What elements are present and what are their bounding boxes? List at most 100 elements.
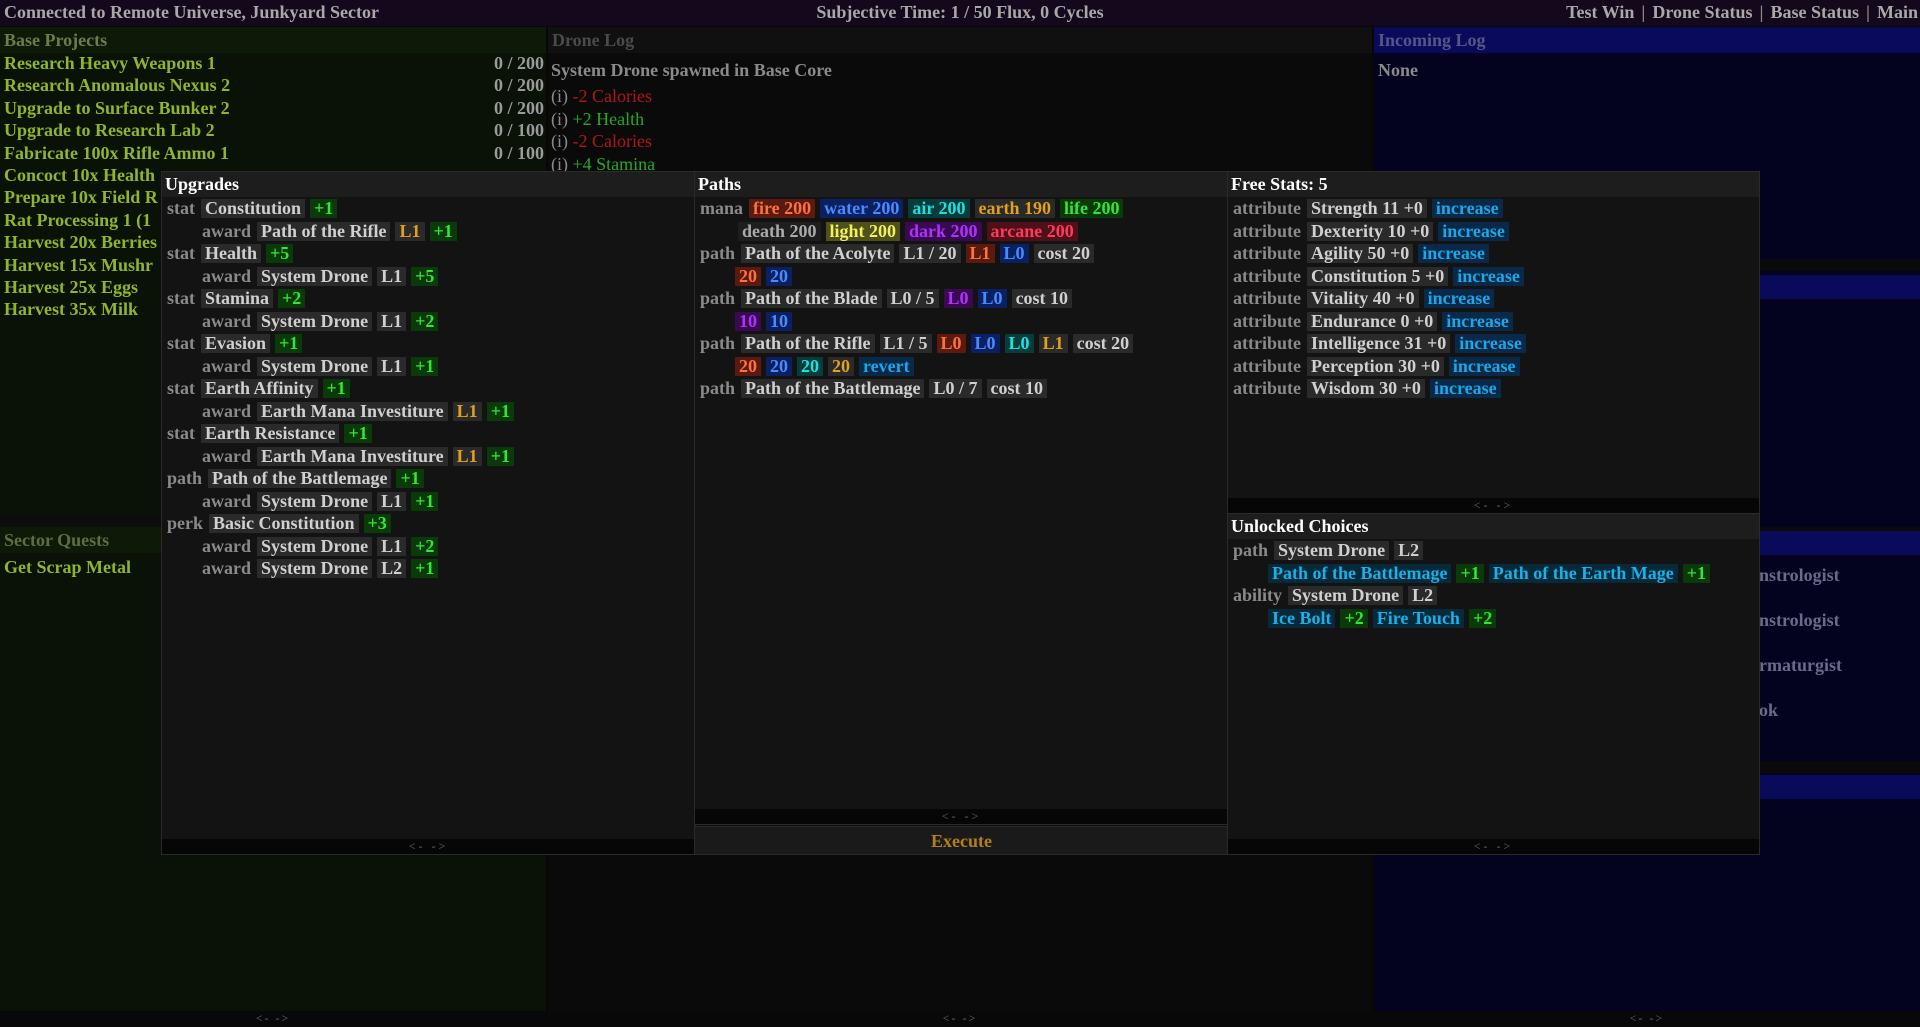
entry-tag: 20 <box>735 266 761 286</box>
entry-tag: L1 <box>965 244 995 263</box>
incoming-item[interactable]: nstrologist <box>1759 610 1840 631</box>
execute-button[interactable]: Execute <box>694 826 1229 855</box>
entry-tag: Path of the Battlemage <box>741 379 925 398</box>
entry-tag: L0 / 5 <box>886 289 939 308</box>
entry-row: Path of the Battlemage +1 Path of the Eart… <box>1228 562 1759 585</box>
unlocked-choices-pager[interactable]: <- -> <box>1228 839 1759 854</box>
project-row[interactable]: Upgrade to Research Lab 2 0 / 100 <box>0 120 546 142</box>
free-stats-pager[interactable]: <- -> <box>1228 498 1759 513</box>
entry-tag: Path of the Rifle <box>741 334 875 353</box>
entry-row: award Earth Mana Investiture L1 +1 <box>162 445 695 468</box>
entry-row: award System Drone L1 +1 <box>162 355 695 378</box>
entry-row: award System Drone L1 +2 <box>162 310 695 333</box>
entry-row: stat Earth Affinity +1 <box>162 377 695 400</box>
attribute-kind: attribute <box>1233 355 1301 376</box>
attribute-row: attribute Agility 50 +0 increase <box>1228 242 1759 265</box>
entry-tag: 10 <box>766 311 792 331</box>
project-label: Research Heavy Weapons 1 <box>4 53 216 73</box>
choice-link[interactable]: Fire Touch <box>1372 608 1464 628</box>
attribute-kind: attribute <box>1233 310 1301 331</box>
project-row[interactable]: Upgrade to Surface Bunker 2 0 / 200 <box>0 98 546 120</box>
entry-kind: ability <box>1233 585 1283 605</box>
entry-tag: L2 <box>377 559 407 578</box>
entry-kind: award <box>202 400 251 421</box>
entry-row: award System Drone L2 +1 <box>162 557 695 580</box>
nav-main[interactable]: Main <box>1877 2 1918 23</box>
drone-log-list: (i) -2 Calories (i) +2 Health (i) -2 Calor… <box>548 85 1372 175</box>
increase-button[interactable]: increase <box>1453 266 1524 286</box>
entry-kind: mana <box>700 198 744 218</box>
entry-tag: +5 <box>411 266 439 286</box>
attribute-row: attribute Vitality 40 +0 increase <box>1228 287 1759 310</box>
entry-kind: path <box>1233 540 1269 560</box>
entry-tag: L0 / 7 <box>929 379 982 398</box>
nav-test-win[interactable]: Test Win <box>1566 2 1634 23</box>
entry-tag: +1 <box>322 379 350 398</box>
incoming-log-pager[interactable]: <- -> <box>1374 1011 1920 1027</box>
entry-row: award Path of the Rifle L1 +1 <box>162 220 695 243</box>
log-entry: (i) +2 Health <box>548 108 1372 131</box>
entry-tag: +1 <box>486 401 514 421</box>
project-row[interactable]: Research Heavy Weapons 1 0 / 200 <box>0 53 546 75</box>
sector-quests-pager[interactable]: <- -> <box>0 1011 546 1027</box>
choice-link[interactable]: Path of the Battlemage <box>1268 563 1452 583</box>
entry-tag: +1 <box>486 446 514 466</box>
project-label: Upgrade to Surface Bunker 2 <box>4 97 230 118</box>
nav-drone-status[interactable]: Drone Status <box>1652 2 1752 23</box>
entry-tag: Path of the Battlemage <box>208 469 392 488</box>
entry-kind: award <box>202 558 251 578</box>
entry-tag: cost 20 <box>1072 334 1134 353</box>
unlocked-choices-panel: Unlocked Choices path System Drone L2 Path … <box>1227 513 1760 855</box>
attribute-row: attribute Constitution 5 +0 increase <box>1228 265 1759 288</box>
entry-tag: Evasion <box>201 334 271 353</box>
increase-button[interactable]: increase <box>1431 199 1503 218</box>
entry-row: 20 20 20 20 revert <box>695 355 1228 378</box>
info-icon: (i) <box>551 108 568 129</box>
entry-tag: L1 <box>377 536 407 556</box>
attribute-value: Strength 11 +0 <box>1306 199 1427 218</box>
entry-kind: award <box>202 535 251 556</box>
project-label: Harvest 15x Mushr <box>4 254 153 275</box>
nav-separator: | <box>1866 2 1870 22</box>
entry-tag: air 200 <box>908 199 970 218</box>
upgrades-pager[interactable]: <- -> <box>162 839 695 854</box>
entry-row: Ice Bolt +2 Fire Touch +2 <box>1228 607 1759 630</box>
attribute-kind: attribute <box>1233 243 1301 263</box>
increase-button[interactable]: increase <box>1448 356 1520 376</box>
paths-pager[interactable]: <- -> <box>695 809 1228 824</box>
incoming-item[interactable]: rmaturgist <box>1759 655 1842 676</box>
free-stats-panel: Free Stats: 5 attribute Strength 11 +0 inc… <box>1227 171 1760 514</box>
increase-button[interactable]: increase <box>1429 379 1501 398</box>
project-row[interactable]: Fabricate 100x Rifle Ammo 1 0 / 100 <box>0 143 546 165</box>
increase-button[interactable]: increase <box>1455 334 1526 353</box>
entry-row: path Path of the Rifle L1 / 5 L0 L0 L0 L1 cost … <box>695 332 1228 355</box>
project-progress: 0 / 200 <box>493 75 544 96</box>
project-label: Harvest 20x Berries <box>4 232 157 253</box>
incoming-item[interactable]: ok <box>1759 700 1778 721</box>
incoming-log-title: Incoming Log <box>1374 27 1920 53</box>
project-label: Fabricate 100x Rifle Ammo 1 <box>4 142 229 163</box>
entry-tag: System Drone <box>1274 541 1390 560</box>
entry-tag: life 200 <box>1059 199 1124 218</box>
increase-button[interactable]: increase <box>1438 221 1509 241</box>
incoming-item[interactable]: nstrologist <box>1759 565 1840 586</box>
attribute-value: Constitution 5 +0 <box>1306 266 1449 286</box>
entry-row: stat Stamina +2 <box>162 287 695 310</box>
nav-base-status[interactable]: Base Status <box>1771 2 1860 23</box>
increase-button[interactable]: increase <box>1442 311 1513 331</box>
choice-link[interactable]: Ice Bolt <box>1268 608 1336 628</box>
entry-tag: L1 <box>377 356 407 376</box>
increase-button[interactable]: increase <box>1418 244 1489 263</box>
increase-button[interactable]: increase <box>1423 289 1495 308</box>
entry-tag: water 200 <box>820 199 904 218</box>
project-row[interactable]: Research Anomalous Nexus 2 0 / 200 <box>0 75 546 97</box>
entry-tag: +1 <box>344 424 372 443</box>
entry-tag: Path of the Blade <box>741 289 882 308</box>
entry-tag: L0 <box>977 289 1007 308</box>
choice-link[interactable]: Path of the Earth Mage <box>1488 563 1678 583</box>
entry-tag: 10 <box>735 311 761 331</box>
log-entry-value: -2 Calories <box>572 86 652 106</box>
attribute-value: Perception 30 +0 <box>1306 356 1444 376</box>
entry-tag[interactable]: revert <box>859 356 914 376</box>
drone-log-pager[interactable]: <- -> <box>548 1011 1372 1027</box>
